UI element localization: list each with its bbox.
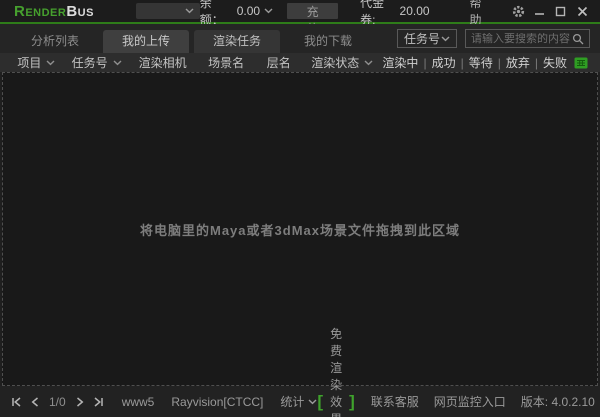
status-filter-abandoned[interactable]: 放弃 <box>506 54 530 71</box>
chevron-down-icon <box>308 398 317 405</box>
close-button[interactable] <box>575 3 590 19</box>
statistics-label: 统计 <box>280 395 305 409</box>
logo-text-render: Render <box>14 2 67 20</box>
free-render-entry-link[interactable]: [ 免费渲染效果图入口 ] <box>317 325 354 417</box>
drop-hint-text: 将电脑里的Maya或者3dMax场景文件拖拽到此区域 <box>140 222 460 238</box>
search-field-selector[interactable]: 任务号 <box>397 29 457 48</box>
first-page-button[interactable] <box>10 396 22 408</box>
separator: | <box>534 55 538 70</box>
column-label: 渲染相机 <box>138 56 187 70</box>
recharge-button[interactable]: 充值 <box>287 3 339 36</box>
line-name-label: Rayvision[CTCC] <box>171 394 264 409</box>
column-label: 任务号 <box>71 56 108 70</box>
status-filter-failed[interactable]: 失败 <box>543 54 567 71</box>
logo-text-bus: Bus <box>66 2 94 20</box>
next-page-button[interactable] <box>74 396 86 408</box>
page-indicator: 1/0 <box>49 394 66 409</box>
renderbus-logo: RenderBus <box>14 4 94 19</box>
task-table-header: 项目 任务号 渲染相机 场景名 层名 渲染状态 渲染中 | 成功 | 等待 | … <box>0 53 600 72</box>
tab-analysis-list[interactable]: 分析列表 <box>12 30 98 53</box>
column-header-render-status[interactable]: 渲染状态 <box>302 54 382 71</box>
column-label: 场景名 <box>208 56 245 70</box>
chevron-down-icon <box>441 35 450 42</box>
column-label: 渲染状态 <box>311 56 360 70</box>
bracket-right: ] <box>349 392 355 411</box>
search-controls: 任务号 <box>397 29 590 48</box>
status-bar: 1/0 www5 Rayvision[CTCC] 统计 [ 免费渲染效果图入口 … <box>0 327 600 417</box>
chevron-down-icon <box>264 8 273 14</box>
column-header-task-id[interactable]: 任务号 <box>65 54 129 71</box>
balance-value: 0.00 <box>236 4 261 18</box>
search-box <box>465 29 590 48</box>
search-icon[interactable] <box>572 33 584 45</box>
separator: | <box>497 55 501 70</box>
free-render-entry-label: 免费渲染效果图入口 <box>330 327 343 417</box>
version-label: 版本: 4.0.2.10 <box>520 395 595 409</box>
statistics-dropdown[interactable]: 统计 <box>280 393 317 410</box>
renderbus-window: RenderBus 余额： 0.00 充值 代金券: 20.00 帮助 <box>0 0 600 417</box>
last-page-button[interactable] <box>93 396 105 408</box>
column-label: 项目 <box>17 56 42 70</box>
previous-page-button[interactable] <box>29 396 41 408</box>
tab-my-uploads[interactable]: 我的上传 <box>103 30 190 53</box>
status-filter-group: 渲染中 | 成功 | 等待 | 放弃 | 失败 <box>382 54 567 71</box>
maximize-button[interactable] <box>553 3 568 19</box>
bracket-left: [ <box>317 392 324 411</box>
separator: | <box>460 55 464 70</box>
tab-render-tasks[interactable]: 渲染任务 <box>194 30 281 53</box>
web-monitor-link[interactable]: 网页监控入口 <box>434 393 506 410</box>
column-header-layer-name: 层名 <box>255 54 302 71</box>
tab-bar: 分析列表 我的上传 渲染任务 我的下载 任务号 <box>0 24 600 53</box>
chevron-down-icon <box>46 59 55 66</box>
server-node-label: www5 <box>121 394 155 409</box>
column-header-render-camera: 渲染相机 <box>128 54 197 71</box>
separator: | <box>423 55 427 70</box>
chevron-down-icon <box>185 8 194 14</box>
tab-my-downloads[interactable]: 我的下载 <box>285 30 371 53</box>
column-label: 层名 <box>266 56 291 70</box>
status-filter-waiting[interactable]: 等待 <box>469 54 493 71</box>
export-excel-icon[interactable] <box>574 57 588 69</box>
contact-support-link[interactable]: 联系客服 <box>371 393 419 410</box>
search-input[interactable] <box>471 32 572 45</box>
chevron-down-icon <box>364 59 373 66</box>
column-header-project[interactable]: 项目 <box>8 54 65 71</box>
settings-gear-icon[interactable] <box>511 3 526 19</box>
minimize-button[interactable] <box>532 3 547 19</box>
search-field-value: 任务号 <box>404 32 441 46</box>
column-header-scene-name: 场景名 <box>197 54 256 71</box>
status-filter-rendering[interactable]: 渲染中 <box>382 54 418 71</box>
chevron-down-icon <box>113 59 122 66</box>
titlebar: RenderBus 余额： 0.00 充值 代金券: 20.00 帮助 <box>0 0 600 36</box>
pagination: 1/0 <box>10 395 105 409</box>
status-filter-success[interactable]: 成功 <box>432 54 456 71</box>
account-selector[interactable] <box>135 3 200 19</box>
statusbar-right: [ 免费渲染效果图入口 ] 联系客服 网页监控入口 版本: 4.0.2.10 <box>317 325 600 417</box>
voucher-value: 20.00 <box>399 4 430 18</box>
